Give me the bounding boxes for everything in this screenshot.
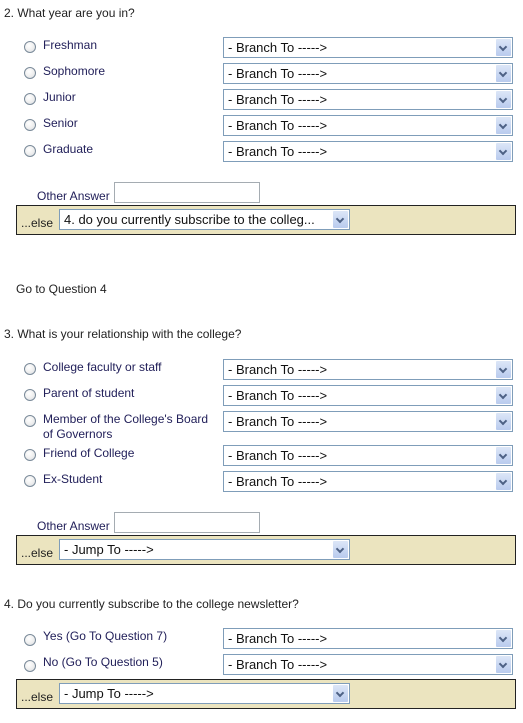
branch-select-faculty-staff[interactable]: - Branch To -----> [223,359,513,380]
select-value: - Branch To -----> [228,40,328,55]
select-value: 4. do you currently subscribe to the col… [64,212,315,227]
select-value: - Branch To -----> [228,66,328,81]
chevron-down-icon [496,413,511,430]
option-label: Yes (Go To Question 7) [43,629,168,643]
chevron-down-icon [496,473,511,490]
other-answer-input[interactable] [114,182,260,203]
other-answer-input[interactable] [114,512,260,533]
chevron-down-icon [333,685,348,702]
radio-faculty-staff[interactable] [24,363,36,375]
else-jump-select[interactable]: - Jump To -----> [59,683,350,704]
else-bar: ...else - Jump To -----> [16,535,516,565]
go-to-question-text: Go to Question 4 [16,282,107,296]
option-label: Sophomore [43,64,106,78]
branch-select-board-member[interactable]: - Branch To -----> [223,411,513,432]
radio-ex-student[interactable] [24,475,36,487]
branch-select-junior[interactable]: - Branch To -----> [223,89,513,110]
option-label: Freshman [43,38,98,52]
radio-junior[interactable] [24,93,36,105]
option-label: Graduate [43,142,94,156]
radio-freshman[interactable] [24,41,36,53]
question-3-title: 3. What is your relationship with the co… [4,327,242,341]
chevron-down-icon [496,91,511,108]
select-value: - Branch To -----> [228,388,328,403]
chevron-down-icon [496,65,511,82]
other-answer-label: Other Answer [37,519,110,533]
else-jump-select[interactable]: 4. do you currently subscribe to the col… [59,209,350,230]
branch-select-friend[interactable]: - Branch To -----> [223,445,513,466]
option-label: No (Go To Question 5) [43,655,163,669]
select-value: - Branch To -----> [228,474,328,489]
chevron-down-icon [496,447,511,464]
else-label: ...else [21,690,54,704]
option-label: College faculty or staff [43,360,162,374]
chevron-down-icon [496,143,511,160]
radio-no[interactable] [24,660,36,672]
branch-select-graduate[interactable]: - Branch To -----> [223,141,513,162]
else-bar: ...else - Jump To -----> [16,679,516,709]
select-value: - Branch To -----> [228,657,328,672]
radio-sophomore[interactable] [24,67,36,79]
branch-select-ex-student[interactable]: - Branch To -----> [223,471,513,492]
select-value: - Jump To -----> [64,542,154,557]
chevron-down-icon [496,361,511,378]
radio-yes[interactable] [24,634,36,646]
other-answer-label: Other Answer [37,189,110,203]
radio-board-member[interactable] [24,415,36,427]
branch-select-no[interactable]: - Branch To -----> [223,654,513,675]
else-bar: ...else 4. do you currently subscribe to… [16,205,516,235]
question-2-title: 2. What year are you in? [4,6,135,20]
else-label: ...else [21,216,54,230]
chevron-down-icon [496,630,511,647]
select-value: - Branch To -----> [228,631,328,646]
select-value: - Branch To -----> [228,144,328,159]
branch-select-parent[interactable]: - Branch To -----> [223,385,513,406]
radio-friend[interactable] [24,449,36,461]
select-value: - Branch To -----> [228,414,328,429]
branch-select-yes[interactable]: - Branch To -----> [223,628,513,649]
option-label: Ex-Student [43,472,103,486]
branch-select-sophomore[interactable]: - Branch To -----> [223,63,513,84]
chevron-down-icon [496,656,511,673]
select-value: - Jump To -----> [64,686,154,701]
select-value: - Branch To -----> [228,92,328,107]
select-value: - Branch To -----> [228,362,328,377]
chevron-down-icon [496,39,511,56]
chevron-down-icon [496,117,511,134]
option-label: Member of the College's Board of Governo… [43,412,209,441]
radio-graduate[interactable] [24,145,36,157]
branch-select-senior[interactable]: - Branch To -----> [223,115,513,136]
option-label: Parent of student [43,386,135,400]
option-label: Friend of College [43,446,135,460]
select-value: - Branch To -----> [228,448,328,463]
radio-senior[interactable] [24,119,36,131]
select-value: - Branch To -----> [228,118,328,133]
branch-select-freshman[interactable]: - Branch To -----> [223,37,513,58]
chevron-down-icon [333,541,348,558]
else-jump-select[interactable]: - Jump To -----> [59,539,350,560]
option-label: Senior [43,116,78,130]
chevron-down-icon [333,211,348,228]
option-label: Junior [43,90,76,104]
radio-parent[interactable] [24,389,36,401]
question-4-title: 4. Do you currently subscribe to the col… [4,597,299,611]
else-label: ...else [21,546,54,560]
chevron-down-icon [496,387,511,404]
